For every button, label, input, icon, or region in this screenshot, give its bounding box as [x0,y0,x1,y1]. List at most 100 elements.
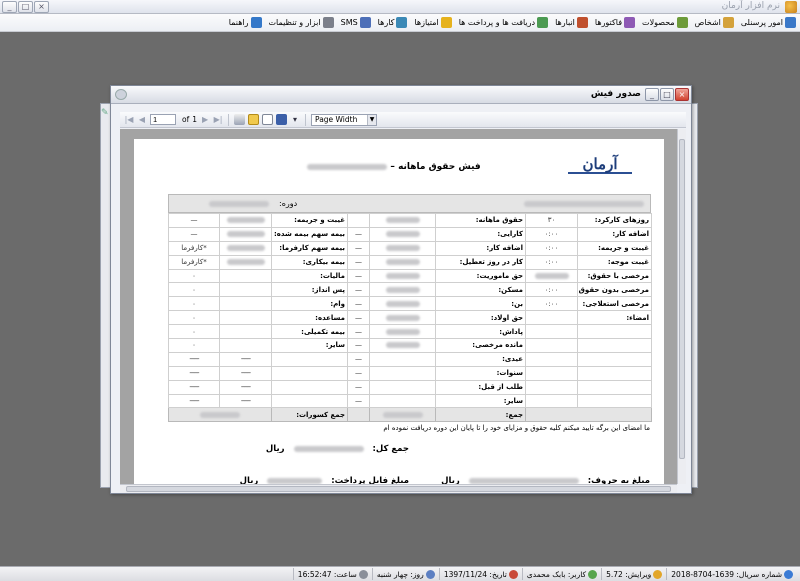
status-day: روز: چهار شنبه [371,568,439,580]
menu-label: راهنما [228,18,249,27]
menu-help[interactable]: راهنما [229,17,262,28]
dialog-minimize-button[interactable]: _ [645,88,659,101]
cell-b-label: کارایی: [435,226,526,242]
page-view-icon[interactable] [262,114,274,125]
final-value-redacted [267,477,323,484]
redacted-value [385,273,420,279]
cell-c-extra: *کارفرما [168,254,220,270]
sum-line: جمع کل: ریال [266,444,409,454]
cell-b-value [369,379,436,395]
cell-b-label: مسکن: [435,282,526,298]
scroll-thumb[interactable] [126,486,671,492]
cell-b-label: بن: [435,296,526,312]
cell-a-label: غیبت و جریمه: [577,240,652,256]
last-page-icon[interactable]: ▶| [213,115,223,125]
first-page-icon[interactable]: |◀ [124,115,134,125]
dialog-maximize-button[interactable]: □ [660,88,674,101]
table-row: غیبت و جریمه: ۰:۰۰ اضافه کار: — بیمه سهم کار… [168,240,652,256]
cell-c-label: مساعده: [271,310,348,326]
final-currency: ریال [239,476,259,484]
cell-b-extra: — [347,282,370,298]
payslip-table: روزهای کارکرد: ۳۰ حقوق ماهانه: غیبت و جریمه… [168,213,652,423]
save-dropdown-icon[interactable]: ▾ [290,115,300,125]
page-total: 1 [192,115,198,124]
cell-c-label: پس انداز: [271,282,348,298]
vertical-scrollbar[interactable] [677,129,686,484]
redacted-value [385,342,420,349]
menu-invoices[interactable]: فاکتورها [595,17,636,28]
page-setup-icon[interactable] [248,114,260,125]
status-version: ویرایش: 5.72 [601,568,666,580]
cell-c-value [219,324,272,340]
save-icon[interactable] [276,114,288,125]
cell-a-value [525,268,578,284]
maximize-button[interactable]: □ [18,1,33,13]
menu-tools[interactable]: ابزار و تنظیمات [269,17,334,28]
page-number-input[interactable] [150,114,176,125]
cell-a-value [525,379,578,395]
cell-c-value [219,226,272,242]
cell-c-extra: — [168,226,220,242]
prev-page-icon[interactable]: ◀ [137,115,147,125]
cell-c-extra: ۰ [168,324,220,340]
star-icon [440,17,452,28]
cell-b-extra: — [347,351,370,367]
menu-tasks[interactable]: کارها [378,17,408,28]
version-icon [653,569,663,579]
cell-b-extra: — [347,296,370,312]
menu-sms[interactable]: SMS [341,17,371,28]
cell-c-value [219,338,272,353]
cell-c-label: غیبت و جریمه: [271,213,348,228]
dialog-system-icon[interactable] [115,89,127,100]
final-line: مبلغ فایل پرداخت: ریال [240,476,409,484]
menu-payments[interactable]: دریافت ها و پرداخت ها [459,17,549,28]
cell-b-value [369,338,436,353]
cell-b-extra: — [347,240,370,256]
sms-icon [359,17,371,28]
cell-b-label: طلب از قبل: [435,379,526,395]
dialog-title: صدور فیش [590,89,641,99]
money-icon [537,17,549,28]
menu-persons[interactable]: اشخاص [695,17,734,28]
cell-a-value [525,351,578,367]
menu-points[interactable]: امتیازها [414,17,452,28]
window-controls: _ □ × [2,1,49,13]
cell-b-value [369,268,436,284]
print-icon[interactable] [234,114,246,125]
zoom-select[interactable]: Page Width ▼ [311,113,378,126]
cell-c-extra: ۰ [168,268,220,284]
status-date: تاریخ: 1397/11/24 [438,568,522,580]
dialog-controls: _ □ × [645,88,689,101]
cell-a-label [577,379,652,395]
menu-products[interactable]: محصولات [642,17,688,28]
sum-value-redacted [293,445,364,452]
cell-a-label: مرخصی بدون حقوق بدون بیمه: [577,282,652,298]
zoom-value: Page Width [315,114,358,124]
cell-a-value [525,338,578,353]
next-page-icon[interactable]: ▶ [200,115,210,125]
calendar-icon [508,569,518,579]
table-row: سنوات: — ------ ------ [168,365,652,381]
report-title: فیش حقوق ماهانه – [284,162,504,172]
cell-a-label [577,393,652,409]
dialog-close-button[interactable]: × [675,88,689,101]
redacted-value [534,273,569,279]
menu-personnel[interactable]: امور پرسنلی [741,17,796,28]
footer-empty-cell [525,407,652,423]
cell-c-label [271,351,348,367]
menubar: امور پرسنلی اشخاص محصولات فاکتورها انبار… [0,14,800,32]
app-title: نرم افزار آرمان [721,1,780,11]
menu-warehouses[interactable]: انبارها [555,17,588,28]
minimize-button[interactable]: _ [2,1,17,13]
cell-a-value [525,365,578,381]
menu-label: امور پرسنلی [740,18,783,27]
table-row: مرخصی استعلاجی: ۰:۰۰ بن: — وام: ۰ [168,296,652,312]
cell-c-value [219,240,272,256]
cell-a-label: اضافه کار: [577,226,652,242]
cell-b-label: پاداش: [435,324,526,340]
horizontal-scrollbar[interactable] [120,484,677,493]
status-serial: شماره سریال: 1639-8704-2018 [666,568,797,580]
scroll-thumb[interactable] [679,139,685,459]
close-button[interactable]: × [34,1,49,13]
sum-label: جمع کل: [372,444,409,454]
